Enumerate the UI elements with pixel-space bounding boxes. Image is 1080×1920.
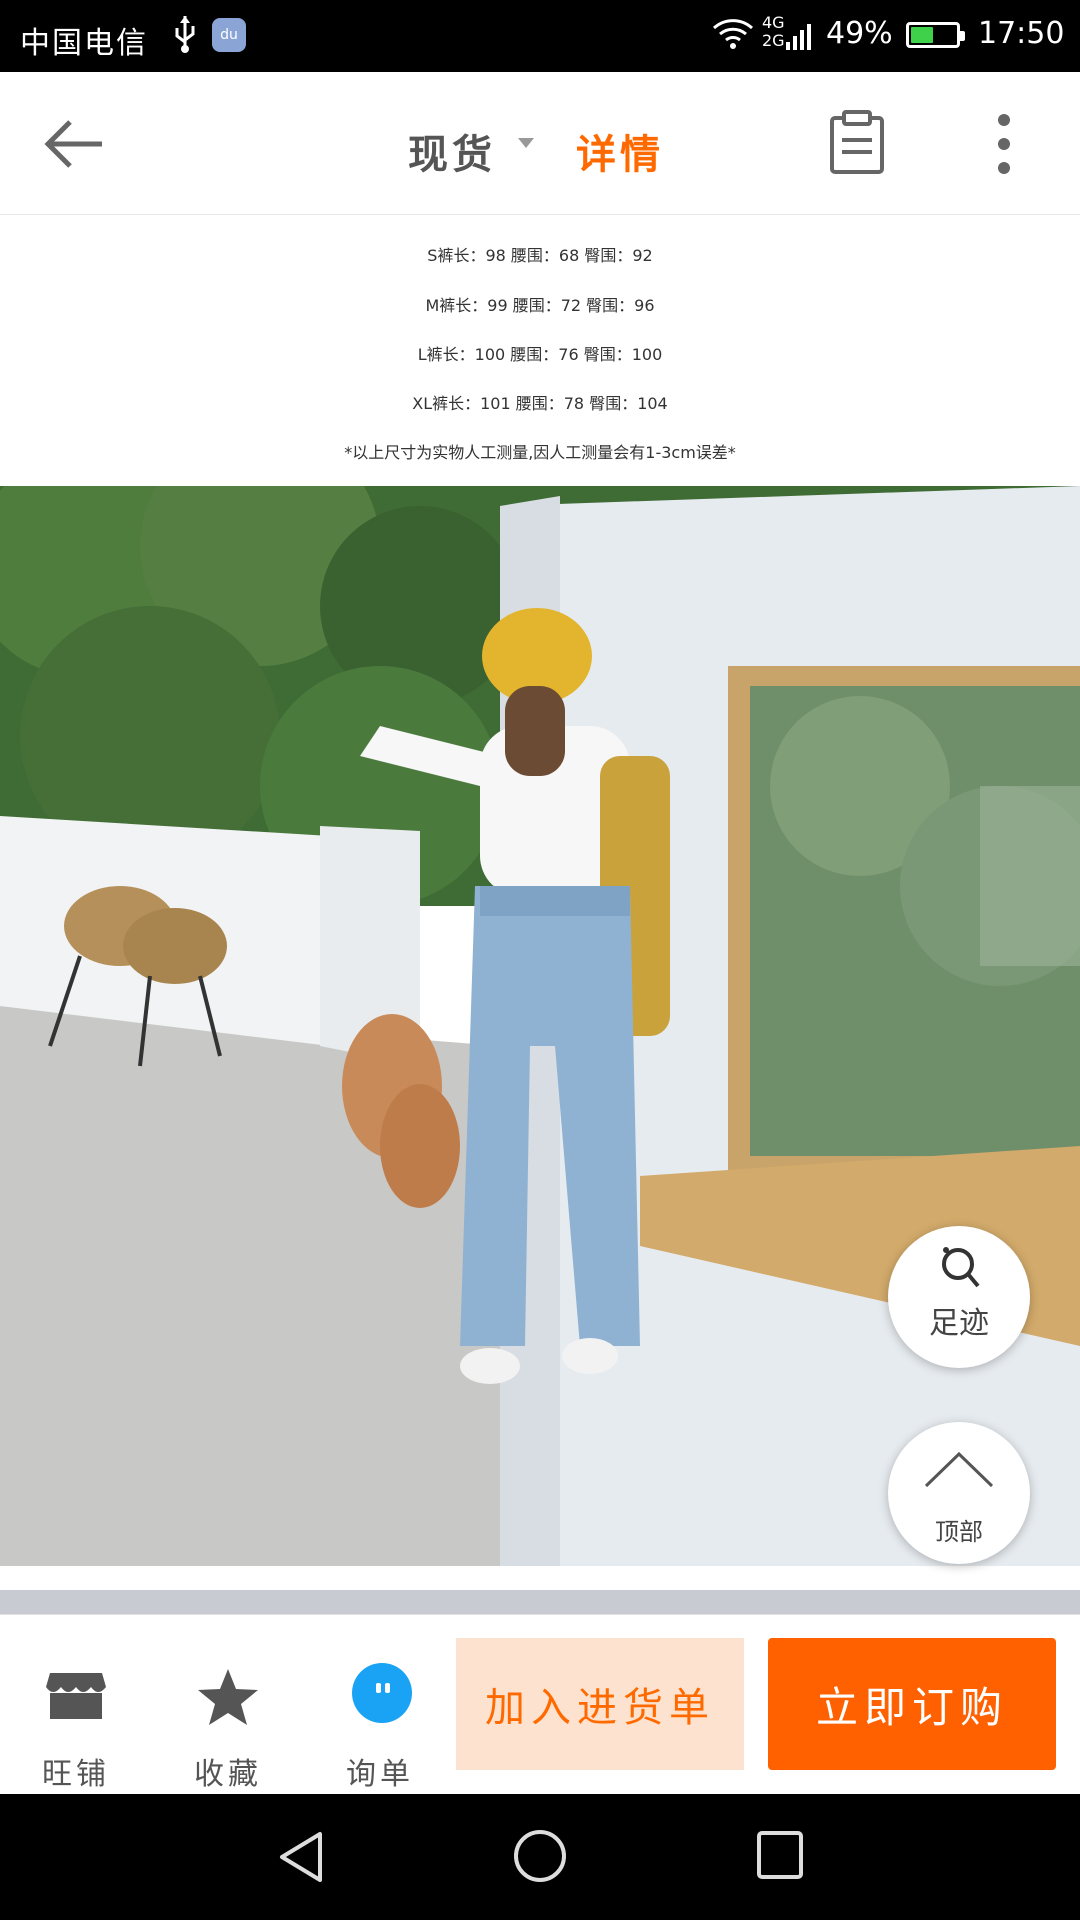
clipboard-icon[interactable] <box>826 110 888 176</box>
system-navigation-bar <box>0 1794 1080 1920</box>
size-row-xl: XL裤长：101 腰围：78 臀围：104 <box>412 394 668 413</box>
back-to-top-label: 顶部 <box>935 1518 983 1546</box>
inquiry-button[interactable]: 询单 <box>320 1653 440 1792</box>
tab-detail[interactable]: 详情 <box>576 122 664 180</box>
battery-fill <box>911 27 933 43</box>
nav-back-icon[interactable] <box>276 1830 326 1884</box>
footprint-icon <box>942 1247 980 1288</box>
back-arrow-icon[interactable] <box>40 112 110 176</box>
footprint-button[interactable]: 足迹 <box>888 1226 1030 1368</box>
tab-in-stock[interactable]: 现货 <box>408 122 496 180</box>
size-row-m: M裤长：99 腰围：72 臀围：96 <box>425 296 655 315</box>
add-to-cart-button[interactable]: 加入进货单 <box>456 1638 744 1770</box>
battery-icon <box>906 22 965 48</box>
favorite-button[interactable]: 收藏 <box>168 1653 288 1792</box>
chat-icon <box>352 1663 412 1723</box>
size-row-s: S裤长：98 腰围：68 臀围：92 <box>427 246 653 265</box>
signal-icon <box>786 24 811 50</box>
footprint-label: 足迹 <box>929 1306 989 1341</box>
size-chart: S裤长：98 腰围：68 臀围：92 M裤长：99 腰围：72 臀围：96 L裤… <box>0 216 1080 486</box>
shop-label: 旺铺 <box>42 1757 110 1792</box>
size-row-l: L裤长：100 腰围：76 臀围：100 <box>417 345 663 364</box>
network-type: 4G 2G <box>762 13 785 50</box>
favorite-label: 收藏 <box>194 1757 262 1792</box>
chevron-up-icon <box>924 1451 994 1488</box>
top-nav-bar: 现货 详情 <box>0 72 1080 215</box>
usb-icon <box>175 16 195 53</box>
next-photo-edge <box>0 1590 1080 1614</box>
more-menu-icon[interactable] <box>994 112 1014 176</box>
inquiry-label: 询单 <box>346 1757 414 1792</box>
battery-percent: 49% <box>826 16 893 51</box>
carrier-name: 中国电信 <box>20 26 148 61</box>
status-bar: 中国电信 du 4G 2G 49% 17:50 <box>0 0 1080 72</box>
back-to-top-button[interactable]: 顶部 <box>888 1422 1030 1564</box>
product-photo[interactable] <box>0 486 1080 1566</box>
buy-now-button[interactable]: 立即订购 <box>768 1638 1056 1770</box>
shop-icon <box>46 1673 106 1719</box>
baidu-icon: du <box>212 18 246 52</box>
nav-home-icon[interactable] <box>512 1828 568 1884</box>
product-photo-illustration <box>0 486 1080 1566</box>
dropdown-caret-icon[interactable] <box>518 138 534 148</box>
shop-button[interactable]: 旺铺 <box>16 1653 136 1792</box>
star-icon <box>198 1669 258 1725</box>
clock: 17:50 <box>978 16 1065 51</box>
nav-recents-icon[interactable] <box>756 1830 804 1880</box>
wifi-icon <box>712 19 754 49</box>
size-note: *以上尺寸为实物人工测量,因人工测量会有1-3cm误差* <box>344 443 736 462</box>
